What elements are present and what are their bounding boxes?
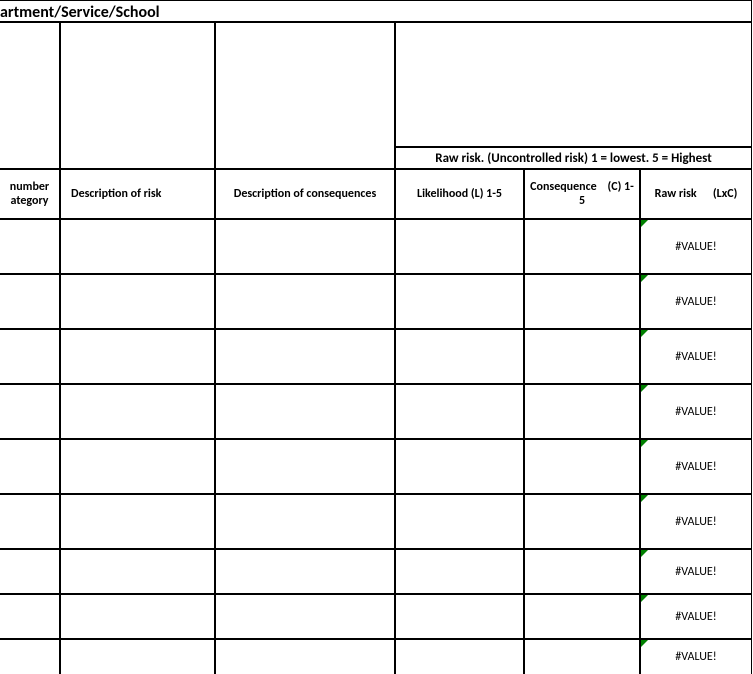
header-blank-c2 [215, 22, 395, 169]
data-cell[interactable] [215, 439, 395, 494]
raw-risk-group-header: Raw risk. (Uncontrolled risk) 1 = lowest… [395, 147, 752, 169]
data-cell[interactable] [60, 439, 215, 494]
data-cell[interactable] [524, 384, 640, 439]
data-cell[interactable] [0, 274, 60, 329]
error-indicator-icon [641, 220, 648, 227]
error-text: #VALUE! [675, 295, 716, 309]
data-cell[interactable] [395, 329, 524, 384]
data-cell[interactable] [0, 549, 60, 594]
data-cell[interactable] [395, 439, 524, 494]
data-cell[interactable] [395, 384, 524, 439]
data-cell[interactable] [395, 549, 524, 594]
data-cell[interactable] [60, 219, 215, 274]
raw-risk-cell[interactable]: #VALUE! [640, 549, 752, 594]
error-text: #VALUE! [675, 610, 716, 624]
raw-risk-cell[interactable]: #VALUE! [640, 494, 752, 549]
error-indicator-icon [641, 330, 648, 337]
data-cell[interactable] [524, 594, 640, 639]
error-indicator-icon [641, 385, 648, 392]
data-cell[interactable] [524, 494, 640, 549]
error-indicator-icon [641, 275, 648, 282]
data-cell[interactable] [60, 594, 215, 639]
header-blank-c0 [0, 22, 60, 169]
data-cell[interactable] [215, 594, 395, 639]
data-cell[interactable] [395, 494, 524, 549]
raw-risk-cell[interactable]: #VALUE! [640, 639, 752, 674]
sheet-title: artment/Service/School [0, 0, 752, 22]
error-indicator-icon [641, 595, 648, 602]
data-cell[interactable] [215, 274, 395, 329]
raw-risk-cell[interactable]: #VALUE! [640, 384, 752, 439]
data-cell[interactable] [395, 639, 524, 674]
raw-risk-cell[interactable]: #VALUE! [640, 219, 752, 274]
data-cell[interactable] [0, 494, 60, 549]
data-cell[interactable] [524, 219, 640, 274]
data-cell[interactable] [0, 594, 60, 639]
data-cell[interactable] [60, 494, 215, 549]
data-cell[interactable] [395, 594, 524, 639]
data-cell[interactable] [524, 639, 640, 674]
data-cell[interactable] [215, 639, 395, 674]
raw-risk-cell[interactable]: #VALUE! [640, 274, 752, 329]
raw-risk-cell[interactable]: #VALUE! [640, 439, 752, 494]
raw-risk-cell[interactable]: #VALUE! [640, 594, 752, 639]
error-text: #VALUE! [675, 350, 716, 364]
data-cell[interactable] [0, 384, 60, 439]
col-header-description-risk: Description of risk [60, 169, 215, 219]
data-cell[interactable] [0, 219, 60, 274]
col-header-likelihood: Likelihood (L) 1-5 [395, 169, 524, 219]
data-cell[interactable] [60, 549, 215, 594]
data-cell[interactable] [215, 219, 395, 274]
col-header-consequence: Consequence (C) 1-5 [524, 169, 640, 219]
col-header-raw-risk: Raw risk (LxC) [640, 169, 752, 219]
error-text: #VALUE! [675, 565, 716, 579]
error-indicator-icon [641, 440, 648, 447]
data-cell[interactable] [60, 384, 215, 439]
data-cell[interactable] [60, 274, 215, 329]
col-header-description-consequences: Description of consequences [215, 169, 395, 219]
data-cell[interactable] [0, 639, 60, 674]
col-header-category: number ategory [0, 169, 60, 219]
data-cell[interactable] [215, 494, 395, 549]
error-text: #VALUE! [675, 405, 716, 419]
data-cell[interactable] [524, 439, 640, 494]
error-indicator-icon [641, 640, 648, 647]
data-cell[interactable] [0, 329, 60, 384]
data-cell[interactable] [60, 329, 215, 384]
data-cell[interactable] [524, 329, 640, 384]
error-text: #VALUE! [675, 650, 716, 664]
risk-spreadsheet: { "title": "artment/Service/School", "gr… [0, 0, 753, 673]
data-cell[interactable] [524, 549, 640, 594]
header-blank-c1 [60, 22, 215, 169]
error-text: #VALUE! [675, 460, 716, 474]
error-indicator-icon [641, 550, 648, 557]
data-cell[interactable] [215, 384, 395, 439]
header-blank-right [395, 22, 752, 147]
data-cell[interactable] [215, 549, 395, 594]
data-cell[interactable] [395, 219, 524, 274]
data-cell[interactable] [395, 274, 524, 329]
data-cell[interactable] [60, 639, 215, 674]
data-cell[interactable] [215, 329, 395, 384]
raw-risk-cell[interactable]: #VALUE! [640, 329, 752, 384]
error-text: #VALUE! [675, 240, 716, 254]
data-cell[interactable] [524, 274, 640, 329]
data-cell[interactable] [0, 439, 60, 494]
error-indicator-icon [641, 495, 648, 502]
error-text: #VALUE! [675, 515, 716, 529]
